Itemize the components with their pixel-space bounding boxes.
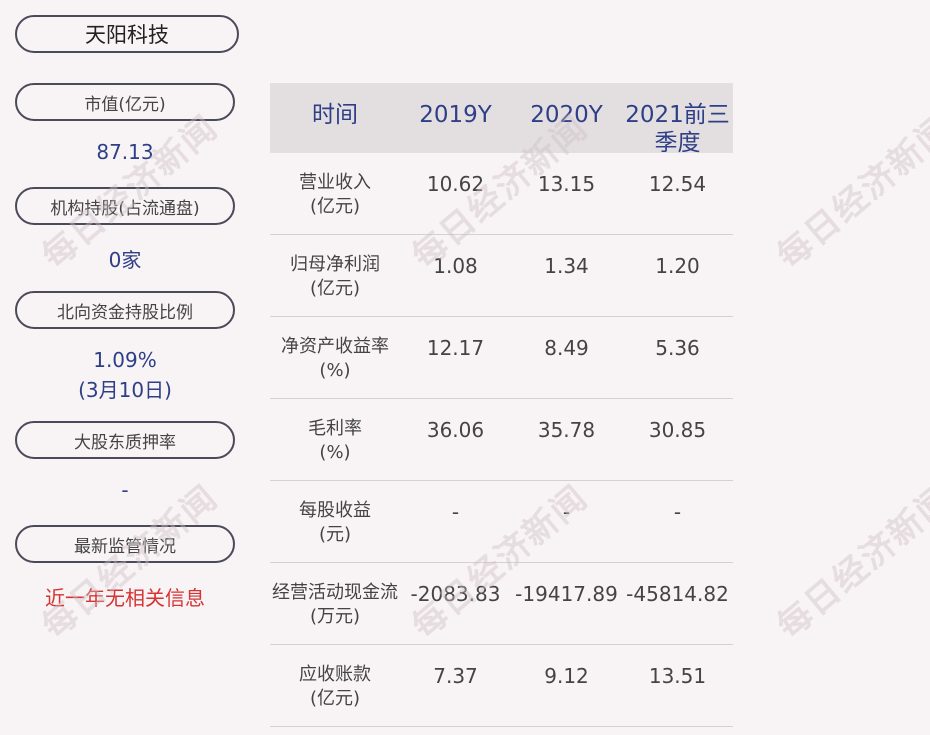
table-cell: - bbox=[673, 500, 682, 524]
pledge-rate-label: 大股东质押率 bbox=[15, 421, 235, 459]
northbound-label: 北向资金持股比例 bbox=[15, 291, 235, 329]
table-cell: 7.37 bbox=[433, 664, 478, 688]
table-cell: 30.85 bbox=[648, 418, 707, 442]
table-row: 每股收益 (元) - - - bbox=[270, 481, 733, 563]
regulation-value: 近一年无相关信息 bbox=[45, 586, 205, 610]
table-row: 应收账款 (亿元) 7.37 9.12 13.51 bbox=[270, 645, 733, 727]
table-cell: 12.54 bbox=[648, 172, 707, 196]
table-cell: 13.51 bbox=[648, 664, 707, 688]
table-cell: 13.15 bbox=[537, 172, 596, 196]
header-cell: 2021前三季度 bbox=[625, 102, 730, 156]
table-row: 毛利率 (%) 36.06 35.78 30.85 bbox=[270, 399, 733, 481]
financial-table: 时间 2019Y 2020Y 2021前三季度 营业收入 (亿元) 10.62 1… bbox=[270, 83, 733, 727]
table-cell: 35.78 bbox=[537, 418, 596, 442]
table-cell: - bbox=[562, 500, 571, 524]
watermark: 每日经济新闻 bbox=[769, 107, 930, 277]
table-row: 净资产收益率 (%) 12.17 8.49 5.36 bbox=[270, 317, 733, 399]
header-cell: 2020Y bbox=[530, 102, 603, 128]
header-cell: 2019Y bbox=[419, 102, 492, 128]
northbound-date: (3月10日) bbox=[78, 378, 172, 402]
row-label: 每股收益 (元) bbox=[299, 500, 371, 545]
table-cell: - bbox=[451, 500, 460, 524]
watermark: 每日经济新闻 bbox=[769, 477, 930, 647]
table-row: 营业收入 (亿元) 10.62 13.15 12.54 bbox=[270, 153, 733, 235]
table-cell: 12.17 bbox=[426, 336, 485, 360]
table-row: 经营活动现金流 (万元) -2083.83 -19417.89 -45814.82 bbox=[270, 563, 733, 645]
table-cell: 1.08 bbox=[433, 254, 478, 278]
table-row: 归母净利润 (亿元) 1.08 1.34 1.20 bbox=[270, 235, 733, 317]
table-cell: 1.34 bbox=[544, 254, 589, 278]
pledge-rate-value: - bbox=[121, 478, 129, 502]
row-label: 净资产收益率 (%) bbox=[281, 336, 389, 381]
row-label: 经营活动现金流 (万元) bbox=[272, 582, 398, 627]
market-cap-label: 市值(亿元) bbox=[15, 83, 235, 121]
table-cell: 10.62 bbox=[426, 172, 485, 196]
northbound-value: 1.09% bbox=[93, 348, 157, 372]
regulation-label: 最新监管情况 bbox=[15, 525, 235, 563]
table-cell: 36.06 bbox=[426, 418, 485, 442]
row-label: 毛利率 (%) bbox=[308, 418, 362, 463]
table-cell: -2083.83 bbox=[410, 582, 501, 606]
table-cell: 8.49 bbox=[544, 336, 589, 360]
table-cell: -19417.89 bbox=[515, 582, 618, 606]
row-label: 营业收入 (亿元) bbox=[299, 172, 371, 217]
table-cell: 1.20 bbox=[655, 254, 700, 278]
row-label: 归母净利润 (亿元) bbox=[290, 254, 380, 299]
table-cell: 9.12 bbox=[544, 664, 589, 688]
institution-holding-label: 机构持股(占流通盘) bbox=[15, 187, 235, 225]
institution-holding-value: 0家 bbox=[108, 248, 142, 272]
row-label: 应收账款 (亿元) bbox=[299, 664, 371, 709]
header-cell: 时间 bbox=[312, 102, 358, 128]
market-cap-value: 87.13 bbox=[96, 140, 154, 164]
table-cell: 5.36 bbox=[655, 336, 700, 360]
table-header: 时间 2019Y 2020Y 2021前三季度 bbox=[270, 83, 733, 156]
table-cell: -45814.82 bbox=[626, 582, 729, 606]
company-name: 天阳科技 bbox=[15, 15, 239, 53]
